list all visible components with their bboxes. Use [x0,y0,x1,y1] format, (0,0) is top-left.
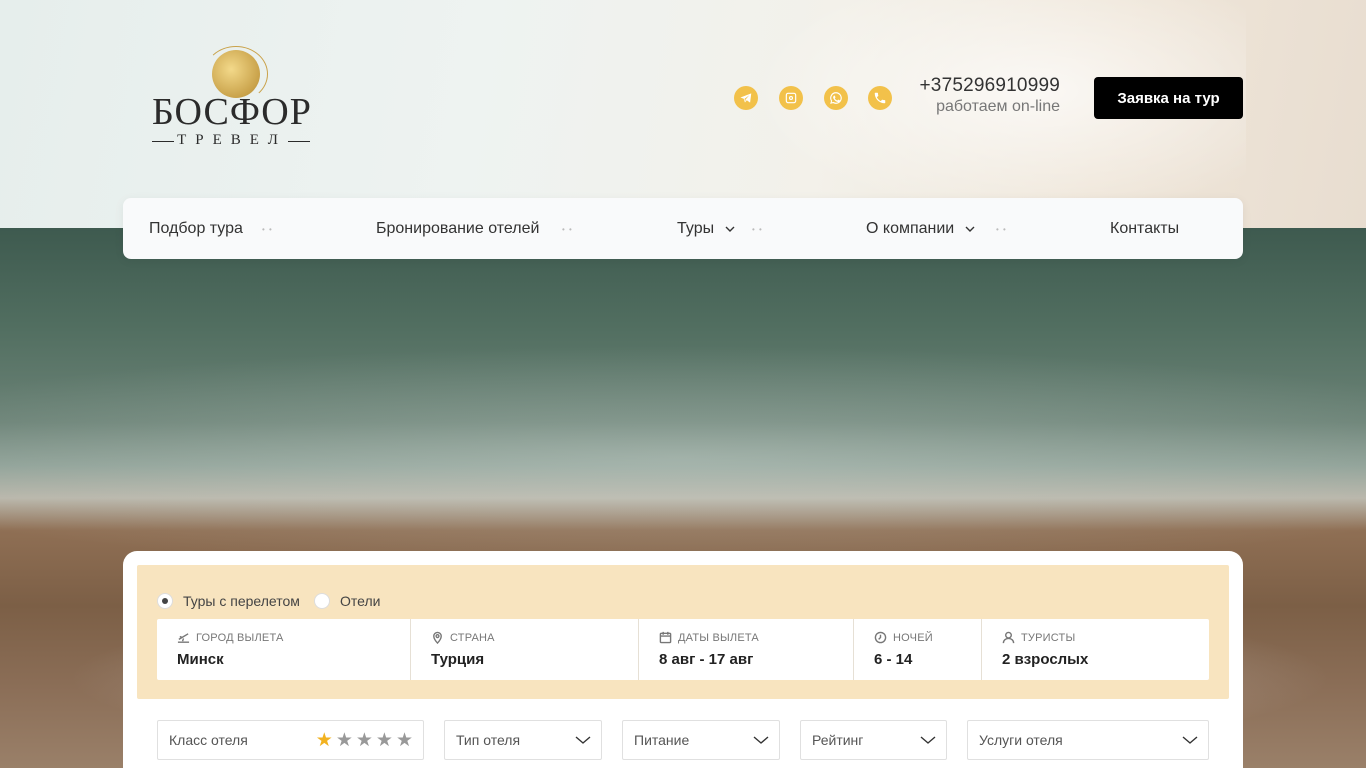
nav-item-contacts[interactable]: Контакты [1110,198,1179,259]
nav-item-hotel-booking[interactable]: Бронирование отелей [376,198,539,259]
chevron-down-icon [575,736,591,744]
hotel-class-filter[interactable]: Класс отеля ★ ★ ★ ★ ★ [157,720,424,760]
radio-label: Туры с перелетом [183,593,300,609]
nav-item-about[interactable]: О компании [866,198,975,259]
contact-phone-block: +375296910999 работаем on-line [918,75,1061,116]
field-value: Минск [177,651,224,668]
nav-item-label: Бронирование отелей [376,219,540,237]
nav-divider: • • [562,225,573,234]
mode-radio-hotels[interactable]: Отели [314,593,380,609]
mode-radio-tours[interactable]: Туры с перелетом [157,593,300,609]
star-icon[interactable]: ★ [396,731,413,750]
field-value: 2 взрослых [1002,651,1089,668]
field-value: Турция [431,651,485,668]
chevron-down-icon [753,736,769,744]
filter-label: Рейтинг [812,732,864,748]
instagram-icon[interactable] [779,86,803,110]
whatsapp-icon[interactable] [824,86,848,110]
chevron-down-icon [920,736,936,744]
nav-item-tours[interactable]: Туры [677,198,735,259]
field-label: Туристы [1002,631,1075,644]
rating-select[interactable]: Рейтинг [800,720,947,760]
radio-label: Отели [340,593,381,609]
logo-title: БОСФОР [152,91,312,133]
tour-search-panel: Туры с перелетом Отели Город вылета Минс… [123,551,1243,768]
nav-item-label: О компании [866,219,955,237]
user-icon [1002,631,1015,644]
clock-icon [874,631,887,644]
nav-divider: • • [752,225,763,234]
phone-note: работаем on-line [936,98,1060,115]
nav-item-label: Туры [677,219,715,237]
field-label-text: Туристы [1021,631,1076,644]
filter-label: Питание [634,732,690,748]
main-nav: Подбор тура • • Бронирование отелей • • … [123,198,1243,259]
field-label-text: Страна [450,631,495,644]
star-icon[interactable]: ★ [336,731,353,750]
hotel-services-select[interactable]: Услуги отеля [967,720,1209,760]
star-icon[interactable]: ★ [356,731,373,750]
field-label: Даты вылета [659,631,759,644]
filter-label: Услуги отеля [979,732,1063,748]
nav-item-tour-selection[interactable]: Подбор тура [149,198,243,259]
filter-label: Тип отеля [456,732,521,748]
logo-subtitle: ТРЕВЕЛ [152,132,312,149]
field-label: Ночей [874,631,933,644]
radio-selected-icon [157,593,173,609]
nav-divider: • • [262,225,273,234]
phone-icon[interactable] [868,86,892,110]
star-icon[interactable]: ★ [376,731,393,750]
chevron-down-icon [965,226,975,232]
calendar-icon [659,631,672,644]
pin-icon [433,631,442,644]
departure-dates-field[interactable]: Даты вылета 8 авг - 17 авг [639,619,854,680]
field-label-text: Город вылета [196,631,284,644]
field-label-text: Даты вылета [678,631,759,644]
chevron-down-icon [1182,736,1198,744]
telegram-icon[interactable] [734,86,758,110]
radio-unselected-icon [314,593,330,609]
nav-divider: • • [996,225,1007,234]
tourists-field[interactable]: Туристы 2 взрослых [982,619,1209,680]
hotel-type-select[interactable]: Тип отеля [444,720,602,760]
star-filled-icon[interactable]: ★ [316,731,333,750]
meals-select[interactable]: Питание [622,720,780,760]
star-rating[interactable]: ★ ★ ★ ★ ★ [316,731,413,750]
field-label-text: Ночей [893,631,933,644]
departure-city-field[interactable]: Город вылета Минск [157,619,411,680]
field-label: Город вылета [177,631,284,644]
nav-item-label: Контакты [1110,219,1180,237]
country-field[interactable]: Страна Турция [411,619,639,680]
field-label: Страна [431,631,495,644]
field-value: 6 - 14 [874,651,913,668]
logo[interactable]: БОСФОР ТРЕВЕЛ [152,46,314,150]
nights-field[interactable]: Ночей 6 - 14 [854,619,982,680]
tour-request-button[interactable]: Заявка на тур [1094,77,1243,119]
phone-number-link[interactable]: +375296910999 [918,75,1060,97]
plane-icon [177,633,190,643]
chevron-down-icon [725,226,735,232]
search-main-block: Туры с перелетом Отели Город вылета Минс… [137,565,1229,699]
filter-label: Класс отеля [169,732,248,748]
field-value: 8 авг - 17 авг [659,651,754,668]
search-fields: Город вылета Минск Страна Турция Даты вы… [157,619,1209,680]
nav-item-label: Подбор тура [149,219,243,237]
